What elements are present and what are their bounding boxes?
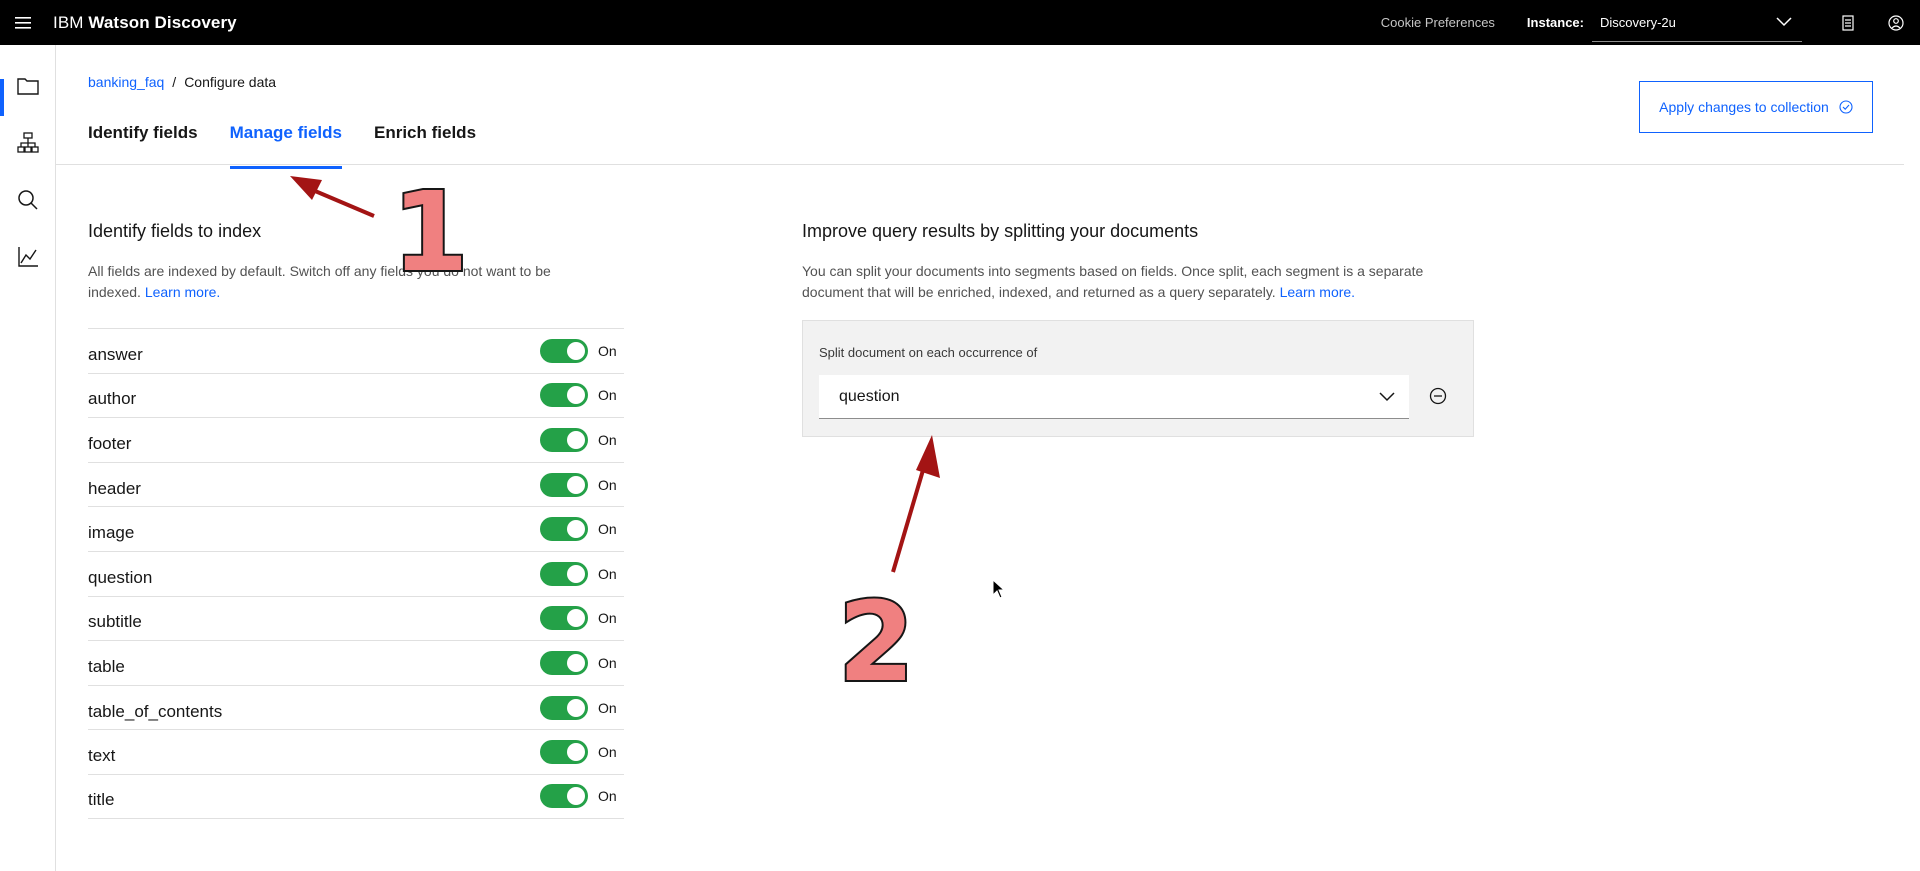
toggle-state-label: On [598, 476, 617, 493]
tab-enrich-fields[interactable]: Enrich fields [374, 123, 476, 169]
index-toggle[interactable] [540, 740, 588, 765]
field-row-image: image On [88, 506, 624, 551]
index-toggle[interactable] [540, 650, 588, 675]
index-toggle[interactable] [540, 427, 588, 452]
field-row-title: title On [88, 773, 624, 819]
toggle-state-label: On [598, 342, 617, 359]
split-section-title: Improve query results by splitting your … [802, 221, 1199, 241]
nav-folder[interactable] [0, 57, 56, 116]
brand-name: Watson Discovery [88, 12, 237, 32]
tabs-divider [56, 164, 1904, 165]
toggle-state-label: On [598, 431, 617, 448]
field-row-subtitle: subtitle On [88, 595, 624, 641]
top-bar: IBM Watson Discovery Cookie Preferences … [0, 0, 1920, 45]
field-row-question: question On [88, 550, 624, 596]
remove-split-button[interactable] [1427, 385, 1449, 407]
toggle-state-label: On [598, 565, 617, 582]
app-title[interactable]: IBM Watson Discovery [53, 13, 237, 33]
toggle-state-label: On [598, 521, 617, 538]
index-toggle[interactable] [540, 606, 588, 631]
index-toggle[interactable] [540, 383, 588, 408]
field-name: subtitle [88, 612, 142, 632]
folder-icon [17, 77, 39, 95]
menu-icon[interactable] [0, 0, 45, 45]
hierarchy-icon [17, 131, 39, 153]
toggle-state-label: On [598, 610, 617, 627]
index-section-description: All fields are indexed by default. Switc… [88, 261, 588, 303]
cookie-preferences-link[interactable]: Cookie Preferences [1381, 15, 1495, 30]
field-row-footer: footer On [88, 417, 624, 462]
index-toggle[interactable] [540, 561, 588, 586]
side-nav [0, 45, 56, 871]
field-list: answer On author On footer On header On … [88, 328, 624, 819]
chart-icon [18, 246, 38, 267]
split-select-label: Split document on each occurrence of [819, 345, 1038, 360]
toggle-state-label: On [598, 699, 617, 716]
tab-manage-fields[interactable]: Manage fields [229, 123, 342, 169]
field-name: header [88, 478, 141, 498]
index-toggle[interactable] [540, 517, 588, 542]
field-row-header: header On [88, 461, 624, 507]
chevron-down-icon [1379, 391, 1395, 401]
apply-changes-label: Apply changes to collection [1659, 99, 1829, 115]
split-field-select[interactable]: question [819, 375, 1409, 419]
index-toggle[interactable] [540, 472, 588, 497]
field-row-table-of-contents: table_of_contents On [88, 684, 624, 730]
toggle-state-label: On [598, 788, 617, 805]
split-field-value: question [839, 387, 900, 405]
nav-analytics[interactable] [0, 228, 56, 285]
field-row-text: text On [88, 729, 624, 774]
main-content: banking_faq / Configure data Identify fi… [56, 45, 1920, 871]
toggle-state-label: On [598, 654, 617, 671]
field-name: title [88, 790, 115, 810]
search-icon [18, 189, 38, 210]
field-name: footer [88, 433, 132, 453]
user-icon[interactable] [1872, 0, 1920, 45]
document-icon[interactable] [1824, 0, 1872, 45]
checkmark-circle-icon [1839, 100, 1853, 114]
nav-hierarchy[interactable] [0, 114, 56, 171]
field-name: question [88, 567, 153, 587]
instance-select[interactable]: Discovery-2u [1592, 3, 1802, 42]
split-section-description: You can split your documents into segmen… [802, 261, 1482, 303]
field-name: author [88, 389, 137, 409]
chevron-down-icon [1776, 17, 1792, 27]
field-row-author: author On [88, 372, 624, 418]
brand-prefix: IBM [53, 12, 84, 32]
instance-label: Instance: [1526, 15, 1584, 30]
split-learn-more-link[interactable]: Learn more. [1280, 284, 1355, 300]
index-toggle[interactable] [540, 784, 588, 809]
breadcrumb: banking_faq / Configure data [88, 74, 276, 90]
toggle-state-label: On [598, 744, 617, 761]
toggle-state-label: On [598, 387, 617, 404]
field-row-answer: answer On [88, 328, 624, 373]
field-name: answer [88, 344, 143, 364]
tab-list: Identify fields Manage fields Enrich fie… [88, 123, 508, 169]
tab-identify-fields[interactable]: Identify fields [88, 123, 198, 169]
index-toggle[interactable] [540, 338, 588, 363]
breadcrumb-separator: / [172, 74, 177, 90]
split-document-panel: Split document on each occurrence of que… [802, 320, 1474, 437]
nav-search[interactable] [0, 171, 56, 228]
breadcrumb-current: Configure data [184, 74, 277, 90]
apply-changes-button[interactable]: Apply changes to collection [1639, 81, 1873, 133]
field-name: table [88, 656, 125, 676]
field-name: image [88, 523, 135, 543]
field-name: table_of_contents [88, 701, 223, 721]
index-section-title: Identify fields to index [88, 221, 262, 241]
index-learn-more-link[interactable]: Learn more. [145, 284, 220, 300]
breadcrumb-collection-link[interactable]: banking_faq [88, 74, 164, 90]
mouse-cursor-icon [992, 579, 1006, 599]
field-row-table: table On [88, 640, 624, 685]
instance-value: Discovery-2u [1600, 14, 1676, 30]
field-name: text [88, 746, 116, 766]
index-toggle[interactable] [540, 695, 588, 720]
subtract-circle-icon [1429, 387, 1447, 405]
